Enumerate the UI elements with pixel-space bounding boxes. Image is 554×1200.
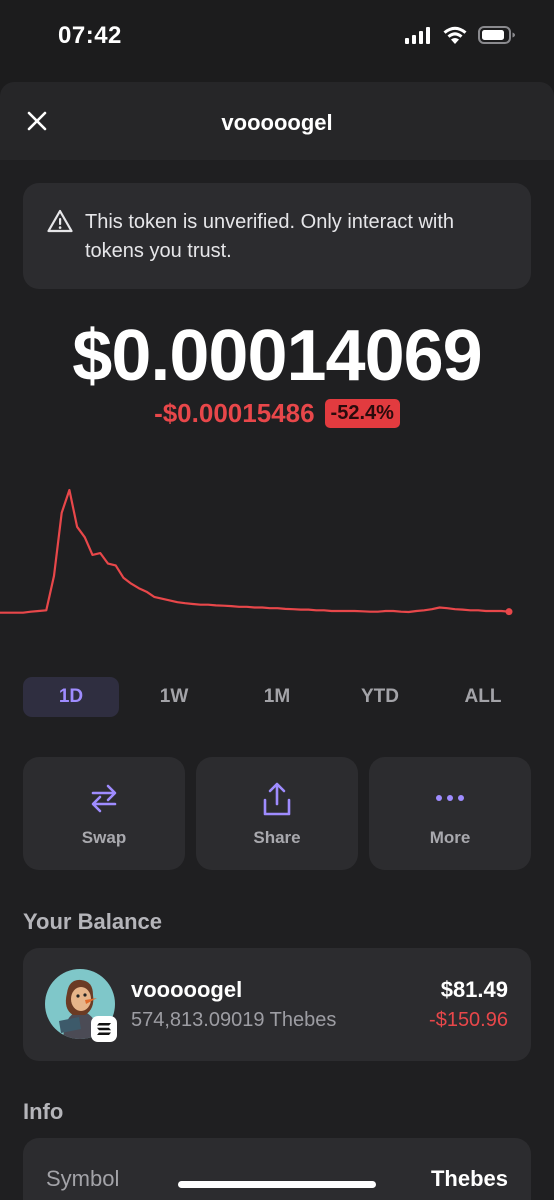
price-change-percent-badge: -52.4%: [324, 399, 400, 428]
home-indicator: [178, 1181, 376, 1188]
status-time: 07:42: [58, 22, 122, 49]
balance-token-amount: 574,813.09019 Thebes: [131, 1009, 337, 1031]
more-label: More: [429, 828, 471, 847]
balance-usd-value: $81.49: [440, 977, 508, 1002]
range-1w-button[interactable]: 1W: [126, 677, 222, 717]
price-change-amount: -$0.00015486: [154, 398, 315, 428]
action-buttons: Swap Share More: [23, 757, 531, 870]
share-button[interactable]: Share: [196, 757, 358, 870]
range-1d-button[interactable]: 1D: [23, 677, 119, 717]
price-chart[interactable]: [0, 482, 554, 642]
range-ytd-button[interactable]: YTD: [332, 677, 428, 717]
balance-card[interactable]: vooooogel 574,813.09019 Thebes $81.49 -$…: [23, 948, 531, 1061]
symbol-value: Thebes: [430, 1166, 508, 1191]
info-card: Symbol Thebes: [23, 1138, 531, 1200]
warning-text: This token is unverified. Only interact …: [85, 211, 455, 262]
balance-token-name: vooooogel: [131, 977, 243, 1002]
share-icon: [263, 782, 291, 816]
swap-icon: [91, 784, 117, 813]
status-icons: [404, 25, 516, 45]
range-all-button[interactable]: ALL: [435, 677, 531, 717]
your-balance-heading: Your Balance: [23, 909, 162, 934]
battery-icon: [478, 26, 515, 44]
range-1m-button[interactable]: 1M: [229, 677, 325, 717]
info-heading: Info: [23, 1099, 64, 1124]
sheet-header: vooooogel: [0, 82, 554, 160]
swap-label: Swap: [81, 828, 127, 847]
unverified-warning-banner: This token is unverified. Only interact …: [23, 183, 531, 289]
time-range-selector: 1D 1W 1M YTD ALL: [23, 677, 531, 717]
token-title: vooooogel: [221, 110, 333, 135]
current-price-dot: [505, 608, 513, 616]
status-bar: 07:42: [0, 0, 554, 72]
share-label: Share: [253, 828, 301, 847]
more-dots-icon: [436, 795, 464, 801]
warning-icon: [47, 209, 73, 233]
price-change-row: -$0.00015486 -52.4%: [0, 398, 554, 429]
balance-usd-change: -$150.96: [429, 1009, 508, 1031]
solana-badge-icon: [91, 1016, 117, 1042]
swap-button[interactable]: Swap: [23, 757, 185, 870]
symbol-label: Symbol: [46, 1166, 120, 1191]
price-line: [0, 488, 511, 614]
token-price: $0.00014069: [72, 316, 482, 396]
token-detail-sheet: vooooogel This token is unverified. Only…: [0, 82, 554, 1200]
cellular-signal-icon: [405, 27, 430, 44]
more-button[interactable]: More: [369, 757, 531, 870]
wifi-icon: [443, 26, 467, 44]
